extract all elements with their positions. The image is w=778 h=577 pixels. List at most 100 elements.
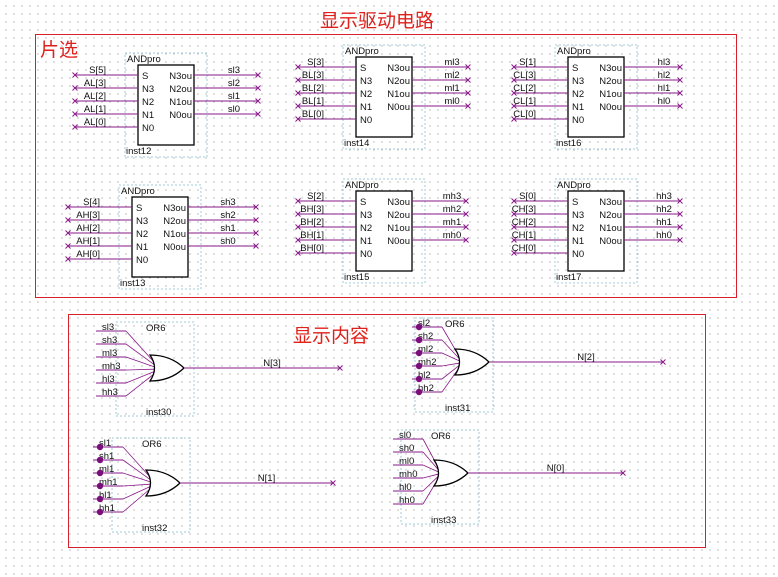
or-input-signal-label: hl3 (102, 374, 115, 385)
and-input-pin-name: N2 (360, 223, 372, 234)
and-input-pin-name: N3 (572, 210, 584, 221)
and-input-pin-name: N1 (136, 242, 148, 253)
or-input-pin-dot (96, 495, 104, 503)
and-input-pin-name: S (360, 63, 366, 74)
and-output-signal-label: sh3 (220, 197, 235, 208)
or-output-signal-label: N[1] (258, 473, 275, 484)
and-input-signal-label: BH[2] (300, 217, 324, 228)
and-input-signal-label: CL[1] (513, 96, 536, 107)
and-input-pin-name: N2 (142, 97, 154, 108)
and-input-signal-label: S[0] (519, 191, 536, 202)
or-gate-symbol (148, 354, 185, 382)
and-output-signal-label: sl0 (228, 104, 240, 115)
and-input-signal-label: AL[3] (84, 78, 106, 89)
or-input-signal-label: mh3 (102, 361, 120, 372)
and-output-signal-label: sl3 (228, 65, 240, 76)
or-output-signal-label: N[0] (547, 463, 564, 474)
and-input-signal-label: S[2] (307, 191, 324, 202)
and-input-signal-label: CH[0] (512, 243, 536, 254)
or-gate-inst-label: inst31 (445, 403, 470, 414)
or-input-pin-dot (96, 469, 104, 477)
and-input-signal-label: BH[0] (300, 243, 324, 254)
and-output-pin-name: N0ou (163, 242, 186, 253)
or-input-route (441, 352, 460, 362)
and-input-signal-label: AH[2] (76, 223, 100, 234)
and-output-pin-name: N0ou (599, 102, 622, 113)
and-output-signal-label: mh3 (443, 191, 461, 202)
and-input-pin-name: N1 (360, 236, 372, 247)
or-input-signal-label: hh3 (102, 387, 118, 398)
or-input-route (122, 446, 151, 478)
and-output-pin-name: N2ou (599, 76, 622, 87)
and-output-pin-name: N0ou (387, 102, 410, 113)
and-input-pin-name: N3 (572, 76, 584, 87)
or-input-route (422, 464, 439, 473)
and-input-pin-name: N0 (136, 255, 148, 266)
or-gate-inst-label: inst33 (431, 515, 456, 526)
or-input-pin-dot (415, 375, 423, 383)
and-output-pin-name: N1ou (163, 229, 186, 240)
or-input-route (122, 472, 151, 483)
and-output-pin-name: N3ou (163, 203, 186, 214)
and-output-pin-name: N0ou (599, 236, 622, 247)
schematic-canvas: ANDpro inst12 S[5] S AL[3] N3 AL[2] N2 AL[1] N1 AL… (65, 44, 683, 534)
and-output-signal-label: mh1 (443, 217, 461, 228)
and-input-signal-label: CH[2] (512, 217, 536, 228)
and-input-pin-name: N1 (572, 236, 584, 247)
and-input-pin-name: N3 (136, 216, 148, 227)
and-input-pin-name: N1 (142, 110, 154, 121)
and-output-pin-name: N3ou (599, 63, 622, 74)
and-input-signal-label: AH[1] (76, 236, 100, 247)
or-input-pin-dot (96, 482, 104, 490)
and-input-pin-name: N0 (360, 249, 372, 260)
or-input-route (125, 356, 155, 368)
and-input-signal-label: AL[1] (84, 104, 106, 115)
and-input-pin-name: N3 (142, 84, 154, 95)
or-input-route (122, 483, 151, 487)
and-output-pin-name: N1ou (387, 89, 410, 100)
or-input-signal-label: sl3 (102, 322, 114, 333)
and-input-signal-label: S[1] (519, 57, 536, 68)
and-input-pin-name: N1 (572, 102, 584, 113)
and-input-pin-name: N0 (572, 115, 584, 126)
or-gate-type-label: OR6 (445, 319, 465, 330)
and-output-signal-label: hl0 (658, 96, 671, 107)
and-input-signal-label: BL[0] (302, 109, 324, 120)
or-input-signal-label: sh3 (102, 335, 117, 346)
or-input-signal-label: sh0 (399, 443, 414, 454)
and-input-signal-label: AL[0] (84, 117, 106, 128)
and-output-pin-name: N2ou (387, 210, 410, 221)
and-input-signal-label: S[3] (307, 57, 324, 68)
and-output-signal-label: sh0 (220, 236, 235, 247)
and-input-signal-label: S[4] (83, 197, 100, 208)
and-input-signal-label: BL[3] (302, 70, 324, 81)
and-output-pin-name: N3ou (599, 197, 622, 208)
and-block-inst-label: inst17 (556, 272, 581, 283)
and-input-pin-name: N3 (360, 76, 372, 87)
and-output-pin-name: N2ou (163, 216, 186, 227)
and-output-signal-label: sl2 (228, 78, 240, 89)
and-input-pin-name: S (142, 71, 148, 82)
and-input-pin-name: N3 (360, 210, 372, 221)
or-gate-symbol (432, 459, 469, 487)
and-output-signal-label: hh2 (656, 204, 672, 215)
and-block-type-label: ANDpro (345, 180, 379, 191)
and-input-pin-name: N0 (360, 115, 372, 126)
or-gate-inst-label: inst32 (142, 523, 167, 534)
and-output-signal-label: sh1 (220, 223, 235, 234)
and-input-signal-label: CL[3] (513, 70, 536, 81)
and-input-pin-name: N2 (572, 89, 584, 100)
or-input-route (422, 473, 439, 479)
or-input-pin-dot (415, 323, 423, 331)
and-output-signal-label: hh0 (656, 230, 672, 241)
and-output-pin-name: N1ou (387, 223, 410, 234)
and-input-pin-name: S (572, 63, 578, 74)
or-input-signal-label: sl0 (399, 430, 411, 441)
and-input-pin-name: N0 (572, 249, 584, 260)
and-block-inst-label: inst12 (126, 146, 151, 157)
or-output-signal-label: N[3] (263, 358, 280, 369)
and-output-pin-name: N3ou (387, 63, 410, 74)
or-gate-type-label: OR6 (431, 431, 451, 442)
and-output-signal-label: hh1 (656, 217, 672, 228)
or-input-pin-dot (415, 336, 423, 344)
